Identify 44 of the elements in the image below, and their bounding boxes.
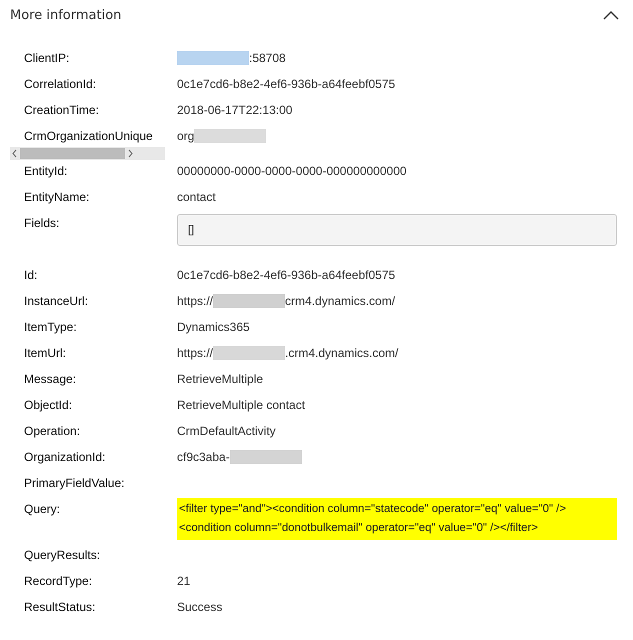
field-label: Id:: [24, 267, 38, 284]
field-label: InstanceUrl:: [24, 293, 90, 310]
field-value: https://: [177, 345, 214, 362]
field-value: .crm4.dynamics.com/: [285, 345, 398, 362]
field-value: 00000000-0000-0000-0000-000000000000: [177, 163, 407, 180]
chevron-icon: [603, 10, 619, 20]
field-value: https://: [177, 293, 214, 310]
field-value: :58708: [249, 50, 286, 67]
field-label: ObjectId:: [24, 397, 74, 414]
field-value: crm4.dynamics.com/: [285, 293, 396, 310]
field-value: org: [177, 128, 194, 145]
field-label: CrmOrganizationUnique: [24, 128, 154, 145]
collapse-button[interactable]: [603, 10, 619, 20]
field-label: ResultStatus:: [24, 599, 96, 616]
field-label: Query:: [24, 501, 62, 518]
section-title: More information: [10, 8, 122, 22]
field-label: RecordType:: [24, 573, 94, 590]
field-value: cf9c3aba-: [177, 449, 230, 466]
horizontal-scrollbar[interactable]: [10, 147, 165, 160]
field-label: PrimaryFieldValue:: [24, 475, 126, 492]
field-value: 2018-06-17T22:13:00: [177, 102, 292, 119]
field-value: RetrieveMultiple contact: [177, 397, 306, 414]
field-label: ItemType:: [24, 319, 78, 336]
field-label: Message:: [24, 371, 78, 388]
field-value: Success: [177, 599, 222, 616]
field-label: EntityId:: [24, 163, 68, 180]
field-label: ClientIP:: [24, 50, 70, 67]
field-label: OrganizationId:: [24, 449, 106, 466]
field-label: QueryResults:: [24, 547, 102, 564]
field-value: CrmDefaultActivity: [177, 423, 276, 440]
field-label: Fields:: [24, 215, 60, 232]
field-label: CorrelationId:: [24, 76, 98, 93]
field-value: RetrieveMultiple: [177, 371, 264, 388]
value-field: []: [177, 214, 617, 246]
field-value: 21: [177, 573, 190, 590]
field-value: 0c1e7cd6-b8e2-4ef6-936b-a64feebf0575: [177, 267, 396, 284]
field-label: Operation:: [24, 423, 82, 440]
field-value: Dynamics365: [177, 319, 250, 336]
field-label: ItemUrl:: [24, 345, 67, 362]
highlighted-query: <filter type="and"><condition column="statecode" operator="eq" value="0" /><condition column="donotbulkemail" operator="eq" value="0" /></filter>: [177, 498, 617, 540]
field-value: contact: [177, 189, 216, 206]
field-label: CreationTime:: [24, 102, 100, 119]
field-label: EntityName:: [24, 189, 90, 206]
field-value: 0c1e7cd6-b8e2-4ef6-936b-a64feebf0575: [177, 76, 396, 93]
